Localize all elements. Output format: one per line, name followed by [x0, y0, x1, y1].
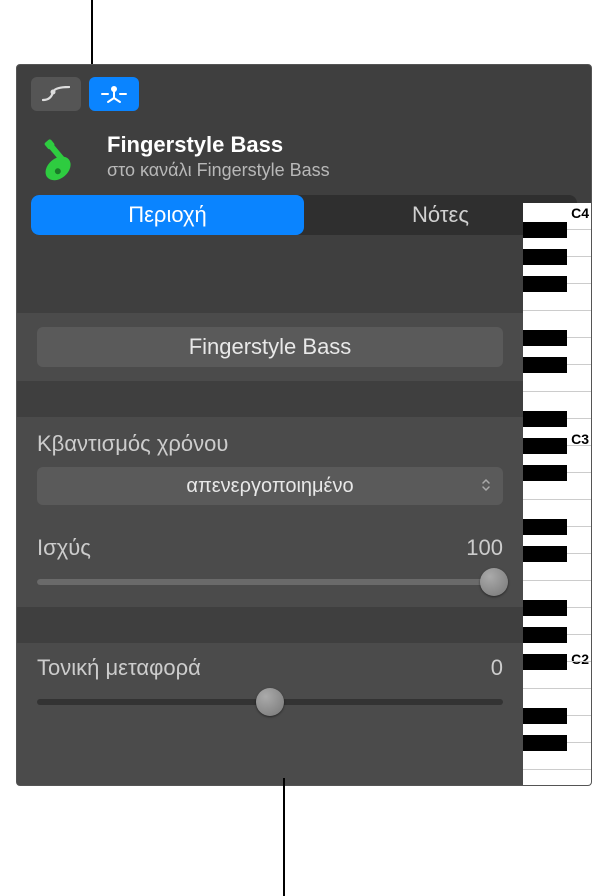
- time-quantize-dropdown[interactable]: απενεργοποιημένο: [37, 467, 503, 505]
- piano-black-key[interactable]: [523, 735, 567, 751]
- transpose-label: Τονική μεταφορά: [37, 655, 201, 681]
- slider-fill: [37, 579, 494, 585]
- piano-black-key[interactable]: [523, 222, 567, 238]
- piano-black-key[interactable]: [523, 276, 567, 292]
- piano-black-key[interactable]: [523, 330, 567, 346]
- region-notes-tabs: Περιοχή Νότες: [31, 195, 577, 235]
- strength-label: Ισχύς: [37, 535, 91, 561]
- transpose-value: 0: [491, 655, 503, 681]
- editor-panel: Fingerstyle Bass στο κανάλι Fingerstyle …: [16, 64, 592, 786]
- flex-tuning-icon: [100, 84, 128, 104]
- callout-line-bottom: [283, 778, 285, 896]
- section-divider: [17, 381, 523, 417]
- piano-black-key[interactable]: [523, 654, 567, 670]
- region-panel: Fingerstyle Bass Κβαντισμός χρόνου απενε…: [17, 277, 523, 785]
- piano-black-key[interactable]: [523, 438, 567, 454]
- toolbar: [17, 65, 591, 121]
- flex-button[interactable]: [89, 77, 139, 111]
- strength-row: Ισχύς 100: [17, 523, 523, 607]
- piano-black-key[interactable]: [523, 600, 567, 616]
- automation-curve-icon: [42, 86, 70, 102]
- piano-black-key[interactable]: [523, 627, 567, 643]
- time-quantize-label: Κβαντισμός χρόνου: [37, 431, 503, 457]
- track-subtitle: στο κανάλι Fingerstyle Bass: [107, 160, 330, 181]
- time-quantize-value: απενεργοποιημένο: [186, 475, 353, 498]
- piano-ruler[interactable]: C4 C3 C2: [523, 203, 591, 785]
- region-name-row: Fingerstyle Bass: [17, 313, 523, 381]
- bass-guitar-icon: [31, 131, 93, 181]
- chevron-updown-icon: [481, 477, 491, 495]
- piano-black-key[interactable]: [523, 465, 567, 481]
- automation-button[interactable]: [31, 77, 81, 111]
- section-divider: [17, 277, 523, 313]
- tab-region[interactable]: Περιοχή: [31, 195, 304, 235]
- strength-slider[interactable]: [37, 579, 503, 585]
- section-divider: [17, 607, 523, 643]
- slider-thumb[interactable]: [480, 568, 508, 596]
- track-title: Fingerstyle Bass: [107, 132, 330, 158]
- region-name-field[interactable]: Fingerstyle Bass: [37, 327, 503, 367]
- piano-black-key[interactable]: [523, 249, 567, 265]
- track-header: Fingerstyle Bass στο κανάλι Fingerstyle …: [17, 121, 591, 195]
- piano-black-key[interactable]: [523, 546, 567, 562]
- piano-black-key[interactable]: [523, 357, 567, 373]
- time-quantize-row: Κβαντισμός χρόνου απενεργοποιημένο: [17, 417, 523, 523]
- slider-thumb[interactable]: [256, 688, 284, 716]
- track-titles: Fingerstyle Bass στο κανάλι Fingerstyle …: [107, 132, 330, 181]
- transpose-slider[interactable]: [37, 699, 503, 705]
- piano-black-key[interactable]: [523, 708, 567, 724]
- tabs-container: Περιοχή Νότες: [17, 195, 591, 235]
- piano-black-key[interactable]: [523, 519, 567, 535]
- transpose-row: Τονική μεταφορά 0: [17, 643, 523, 727]
- piano-black-key[interactable]: [523, 411, 567, 427]
- strength-value: 100: [466, 535, 503, 561]
